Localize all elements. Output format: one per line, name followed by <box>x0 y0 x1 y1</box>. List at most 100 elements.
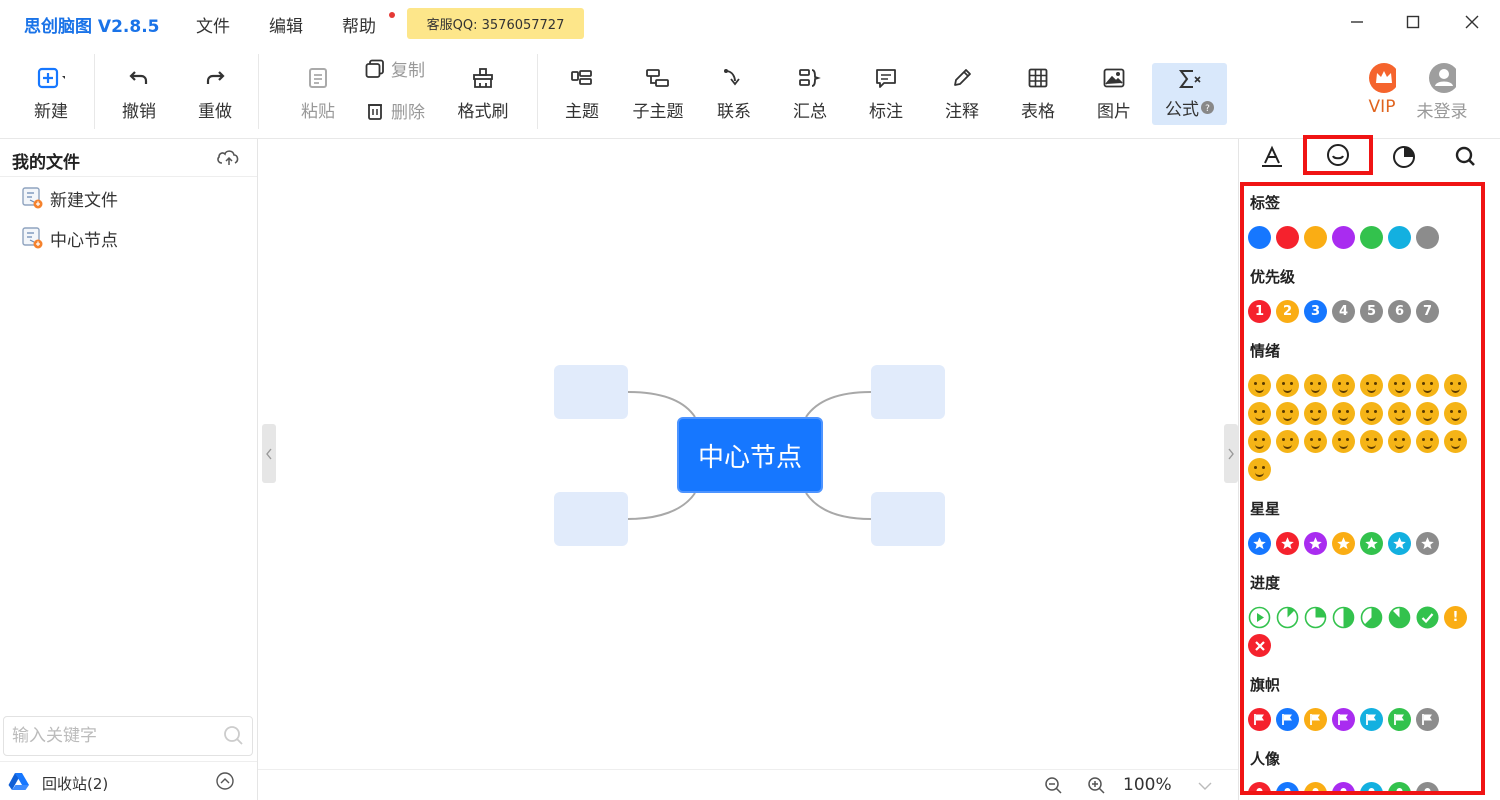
warning-icon[interactable]: ! <box>1444 606 1467 629</box>
emotion-icon[interactable] <box>1416 402 1439 425</box>
flag-icon[interactable] <box>1332 708 1355 731</box>
subtopic-button[interactable]: 子主题 <box>630 46 686 139</box>
flag-icon[interactable] <box>1248 708 1271 731</box>
priority-icon[interactable]: 1 <box>1248 300 1271 323</box>
emotion-icon[interactable] <box>1304 374 1327 397</box>
tag-color-dot[interactable] <box>1248 226 1271 249</box>
emotion-icon[interactable] <box>1276 430 1299 453</box>
mindmap-canvas[interactable]: 中心节点 100% <box>258 139 1238 800</box>
flag-icon[interactable] <box>1276 708 1299 731</box>
person-icon[interactable] <box>1276 782 1299 791</box>
file-item-center-node[interactable]: 中心节点 <box>22 225 118 251</box>
progress-icon[interactable] <box>1276 606 1299 629</box>
delete-button[interactable]: 删除 <box>365 98 425 123</box>
summary-button[interactable]: 汇总 <box>790 46 830 139</box>
person-icon[interactable] <box>1388 782 1411 791</box>
emotion-icon[interactable] <box>1304 402 1327 425</box>
priority-icon[interactable]: 4 <box>1332 300 1355 323</box>
emotion-icon[interactable] <box>1332 430 1355 453</box>
person-icon[interactable] <box>1248 782 1271 791</box>
priority-icon[interactable]: 5 <box>1360 300 1383 323</box>
tab-theme[interactable] <box>1373 139 1435 175</box>
image-button[interactable]: 图片 <box>1094 46 1134 139</box>
emotion-icon[interactable] <box>1276 374 1299 397</box>
emotion-icon[interactable] <box>1444 402 1467 425</box>
cloud-sync-button[interactable] <box>216 147 240 171</box>
priority-icon[interactable]: 2 <box>1276 300 1299 323</box>
star-icon[interactable] <box>1332 532 1355 555</box>
close-button[interactable] <box>1460 10 1484 34</box>
copy-button[interactable]: 复制 <box>365 56 425 81</box>
progress-icon[interactable] <box>1332 606 1355 629</box>
person-icon[interactable] <box>1416 782 1439 791</box>
star-icon[interactable] <box>1276 532 1299 555</box>
flag-icon[interactable] <box>1360 708 1383 731</box>
emotion-icon[interactable] <box>1388 402 1411 425</box>
priority-icon[interactable]: 7 <box>1416 300 1439 323</box>
menu-edit[interactable]: 编辑 <box>269 12 303 37</box>
emotion-icon[interactable] <box>1248 374 1271 397</box>
tag-color-dot[interactable] <box>1360 226 1383 249</box>
redo-button[interactable]: 重做 <box>194 46 236 139</box>
emotion-icon[interactable] <box>1360 430 1383 453</box>
format-brush-button[interactable]: 格式刷 <box>455 46 511 139</box>
cancel-icon[interactable] <box>1248 634 1271 657</box>
tab-style[interactable] <box>1241 139 1303 175</box>
emotion-icon[interactable] <box>1332 374 1355 397</box>
emotion-icon[interactable] <box>1248 430 1271 453</box>
new-button[interactable]: 新建 <box>28 46 74 139</box>
tag-color-dot[interactable] <box>1332 226 1355 249</box>
star-icon[interactable] <box>1388 532 1411 555</box>
undo-button[interactable]: 撤销 <box>118 46 160 139</box>
person-icon[interactable] <box>1304 782 1327 791</box>
person-icon[interactable] <box>1360 782 1383 791</box>
recycle-bin[interactable]: 回收站(2) <box>0 761 257 800</box>
star-icon[interactable] <box>1304 532 1327 555</box>
callout-button[interactable]: 标注 <box>866 46 906 139</box>
emotion-icon[interactable] <box>1248 402 1271 425</box>
table-button[interactable]: 表格 <box>1018 46 1058 139</box>
chevron-up-icon[interactable] <box>215 771 235 791</box>
tag-color-dot[interactable] <box>1388 226 1411 249</box>
emotion-icon[interactable] <box>1388 430 1411 453</box>
formula-button[interactable]: 公式 ? <box>1152 63 1227 125</box>
emotion-icon[interactable] <box>1388 374 1411 397</box>
priority-icon[interactable]: 6 <box>1388 300 1411 323</box>
priority-icon[interactable]: 3 <box>1304 300 1327 323</box>
tag-color-dot[interactable] <box>1276 226 1299 249</box>
person-icon[interactable] <box>1332 782 1355 791</box>
star-icon[interactable] <box>1416 532 1439 555</box>
center-node[interactable]: 中心节点 <box>677 417 823 493</box>
flag-icon[interactable] <box>1388 708 1411 731</box>
relation-button[interactable]: 联系 <box>714 46 754 139</box>
emotion-icon[interactable] <box>1444 374 1467 397</box>
subtopic-node-bottom-right[interactable] <box>871 492 945 546</box>
star-icon[interactable] <box>1248 532 1271 555</box>
emotion-icon[interactable] <box>1360 402 1383 425</box>
menu-file[interactable]: 文件 <box>196 12 230 37</box>
subtopic-node-top-right[interactable] <box>871 365 945 419</box>
search-icon[interactable] <box>223 725 245 747</box>
zoom-in-icon[interactable] <box>1087 776 1107 796</box>
emotion-icon[interactable] <box>1416 374 1439 397</box>
tab-search[interactable] <box>1435 139 1497 175</box>
emotion-icon[interactable] <box>1248 458 1271 481</box>
emotion-icon[interactable] <box>1332 402 1355 425</box>
emotion-icon[interactable] <box>1276 402 1299 425</box>
tab-icons[interactable] <box>1303 135 1373 175</box>
emotion-icon[interactable] <box>1304 430 1327 453</box>
emotion-icon[interactable] <box>1360 374 1383 397</box>
note-button[interactable]: 注释 <box>942 46 982 139</box>
menu-help[interactable]: 帮助 <box>342 12 376 37</box>
tag-color-dot[interactable] <box>1304 226 1327 249</box>
search-input[interactable] <box>12 725 212 747</box>
maximize-button[interactable] <box>1401 10 1425 34</box>
progress-icon[interactable] <box>1360 606 1383 629</box>
support-qq-badge[interactable]: 客服QQ: 3576057727 <box>407 8 584 39</box>
vip-button[interactable]: VIP <box>1362 46 1402 139</box>
paste-button[interactable]: 粘贴 <box>296 46 340 139</box>
progress-icon[interactable] <box>1416 606 1439 629</box>
subtopic-node-bottom-left[interactable] <box>554 492 628 546</box>
topic-button[interactable]: 主题 <box>562 46 602 139</box>
minimize-button[interactable] <box>1345 10 1369 34</box>
